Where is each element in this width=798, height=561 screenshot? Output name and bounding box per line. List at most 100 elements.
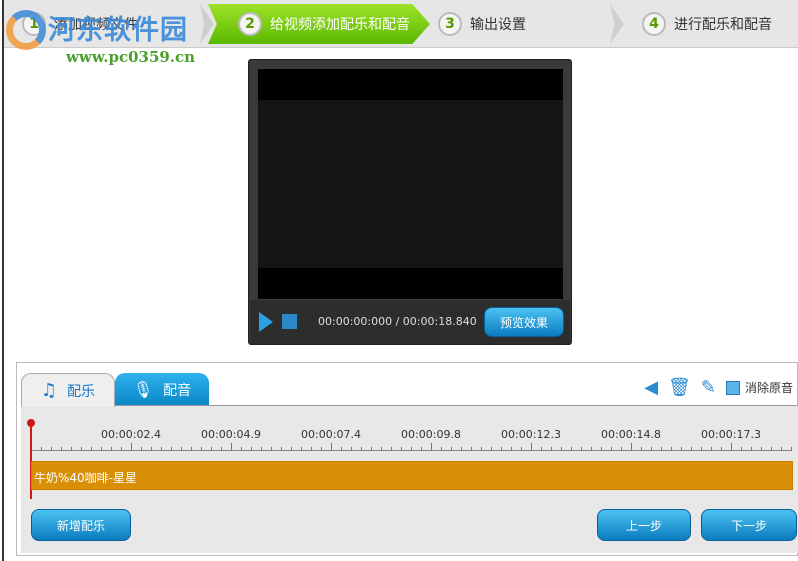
ruler-tick: [141, 447, 142, 451]
ruler-tick: [671, 447, 672, 451]
ruler-tick: [231, 443, 232, 451]
broom-icon[interactable]: ✎: [701, 377, 716, 398]
ruler-tick: [51, 447, 52, 451]
remove-original-label[interactable]: 消除原音: [745, 379, 793, 396]
step-label: 给视频添加配乐和配音: [270, 17, 410, 33]
ruler-tick: [181, 447, 182, 451]
ruler-tick: [731, 443, 732, 451]
ruler-tick: [161, 447, 162, 451]
video-screen: [258, 69, 563, 299]
track-tools: ◀ 🗑 ✎ 消除原音: [644, 377, 793, 398]
ruler-tick: [531, 443, 532, 451]
ruler-tick: [511, 447, 512, 451]
ruler-tick: [571, 447, 572, 451]
step-2[interactable]: 2 给视频添加配乐和配音: [208, 4, 430, 44]
ruler-tick: [491, 447, 492, 451]
ruler-tick: [781, 447, 782, 451]
tab-label: 配音: [163, 382, 192, 399]
ruler-tick: [411, 447, 412, 451]
ruler-tick: [451, 447, 452, 451]
ruler-tick: [741, 447, 742, 451]
ruler-tick: [651, 447, 652, 451]
ruler-tick: [521, 447, 522, 451]
ruler-tick: [441, 447, 442, 451]
ruler-tick: [261, 447, 262, 451]
volume-icon[interactable]: ◀: [644, 377, 658, 398]
step-3[interactable]: 3 输出设置: [438, 4, 618, 44]
ruler-tick: [351, 447, 352, 451]
ruler-tick: [771, 447, 772, 451]
music-track-clip[interactable]: 牛奶%40咖啡-星星: [31, 461, 793, 490]
next-step-button[interactable]: 下一步: [701, 509, 797, 541]
tab-voiceover[interactable]: 🎙 配音: [115, 373, 209, 406]
music-note-icon: ♫: [40, 380, 58, 401]
remove-original-checkbox[interactable]: [725, 380, 740, 395]
play-icon[interactable]: [259, 312, 273, 332]
ruler-tick: [591, 447, 592, 451]
step-number: 4: [642, 12, 666, 36]
ruler-tick: [431, 443, 432, 451]
player-controls: 00:00:00:000 / 00:00:18.840 预览效果: [250, 300, 570, 344]
ruler-tick: [481, 447, 482, 451]
ruler-tick: [361, 447, 362, 451]
ruler-tick: [751, 447, 752, 451]
ruler-tick: [401, 447, 402, 451]
ruler-tick: [701, 447, 702, 451]
ruler-tick: [131, 443, 132, 451]
ruler-label: 00:00:09.8: [401, 428, 461, 441]
ruler-label: 00:00:07.4: [301, 428, 361, 441]
preview-button[interactable]: 预览效果: [484, 307, 564, 337]
ruler-tick: [71, 447, 72, 451]
ruler-tick: [271, 447, 272, 451]
microphone-icon: 🎙: [132, 380, 154, 399]
ruler-tick: [341, 447, 342, 451]
ruler-tick: [761, 447, 762, 451]
ruler-tick: [291, 447, 292, 451]
add-music-button[interactable]: 新增配乐: [31, 509, 131, 541]
ruler-tick: [471, 447, 472, 451]
step-label: 输出设置: [470, 17, 526, 33]
ruler-tick: [281, 447, 282, 451]
ruler-tick: [691, 447, 692, 451]
ruler-tick: [111, 447, 112, 451]
ruler-tick: [61, 447, 62, 451]
ruler-tick: [791, 447, 792, 451]
ruler-tick: [621, 447, 622, 451]
audio-panel: ♫ 配乐 🎙 配音 ◀ 🗑 ✎ 消除原音 00:00:02.4 00:00:04.9 0…: [16, 362, 798, 556]
prev-step-button[interactable]: 上一步: [597, 509, 691, 541]
ruler-tick: [631, 443, 632, 451]
ruler-label: 00:00:04.9: [201, 428, 261, 441]
ruler-label: 00:00:17.3: [701, 428, 761, 441]
ruler-tick: [371, 447, 372, 451]
stop-icon[interactable]: [282, 314, 297, 329]
ruler-tick: [381, 447, 382, 451]
ruler-tick: [191, 447, 192, 451]
ruler-tick: [201, 447, 202, 451]
ruler-tick: [541, 447, 542, 451]
ruler-tick: [641, 447, 642, 451]
ruler-tick: [421, 447, 422, 451]
ruler-tick: [121, 447, 122, 451]
ruler-label: 00:00:02.4: [101, 428, 161, 441]
ruler-tick: [241, 447, 242, 451]
trash-icon[interactable]: 🗑: [668, 377, 691, 398]
ruler-tick: [81, 447, 82, 451]
ruler-tick: [561, 447, 562, 451]
ruler-tick: [611, 447, 612, 451]
playhead-handle[interactable]: [27, 419, 35, 427]
ruler-tick: [461, 447, 462, 451]
step-number: 2: [238, 12, 262, 36]
ruler-tick: [391, 447, 392, 451]
ruler-tick: [41, 447, 42, 451]
watermark-text: 河东软件园: [48, 15, 188, 46]
time-ruler: 00:00:02.4 00:00:04.9 00:00:07.4 00:00:09.8…: [31, 421, 792, 451]
ruler-tick: [551, 447, 552, 451]
watermark-url: www.pc0359.cn: [66, 48, 196, 66]
window-edge: [2, 0, 4, 561]
ruler-tick: [301, 447, 302, 451]
step-4[interactable]: 4 进行配乐和配音: [642, 4, 792, 44]
video-player: 00:00:00:000 / 00:00:18.840 预览效果: [248, 59, 572, 345]
ruler-tick: [91, 447, 92, 451]
tab-music[interactable]: ♫ 配乐: [21, 373, 115, 407]
ruler-label: 00:00:12.3: [501, 428, 561, 441]
